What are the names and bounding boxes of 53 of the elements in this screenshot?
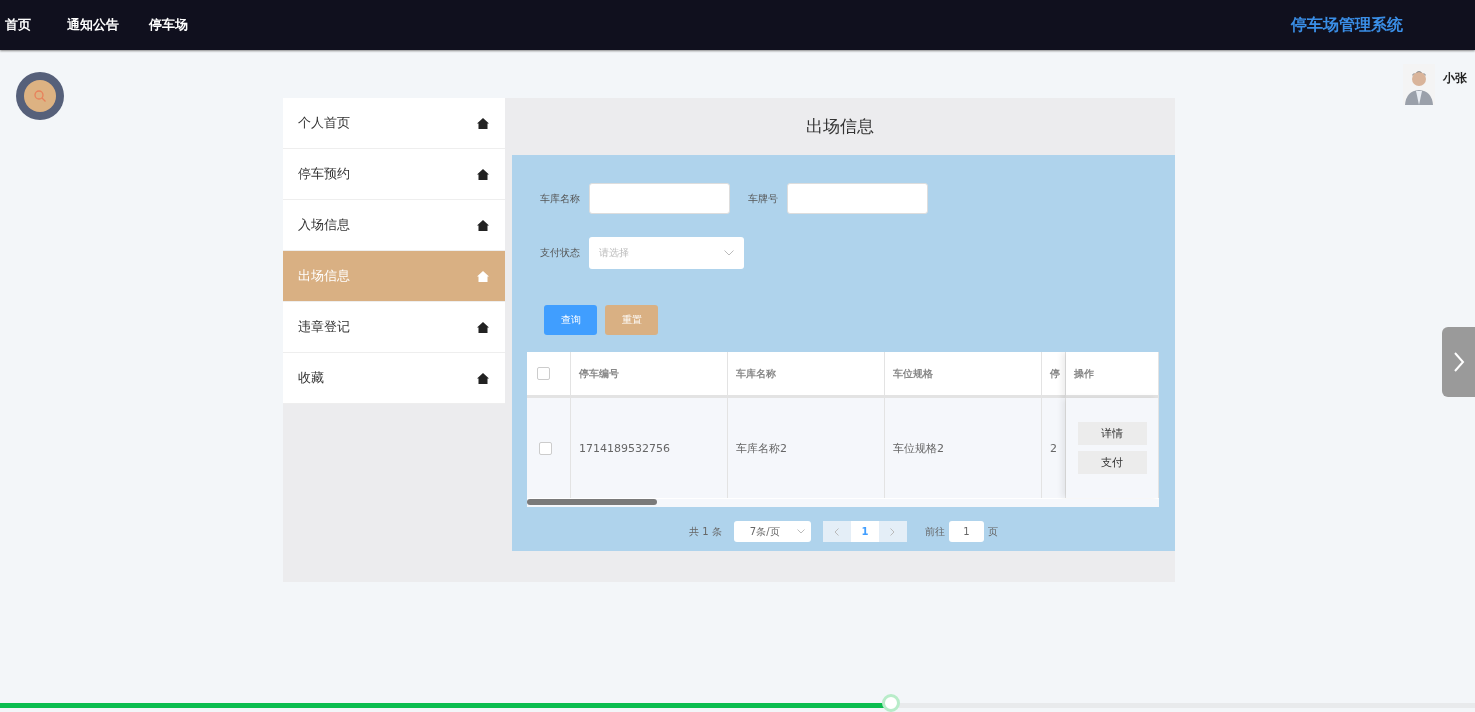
site-title: 停车场管理系统 <box>1291 14 1403 36</box>
nav-link[interactable]: 停车场 <box>143 16 188 34</box>
input-field[interactable] <box>589 183 730 214</box>
sidebar-item[interactable]: 停车预约 <box>283 149 505 200</box>
next-page-button[interactable] <box>878 521 907 542</box>
goto-page-field[interactable]: 1 <box>948 521 984 542</box>
table-cell: 2 <box>1050 441 1057 455</box>
goto-label: 前往 <box>924 524 945 539</box>
nav-link[interactable]: 首页 <box>0 16 31 34</box>
table-cell: 1714189532756 <box>579 441 670 455</box>
input-field[interactable] <box>787 183 928 214</box>
prev-page-button[interactable] <box>822 521 851 542</box>
page-size-select[interactable]: 7条/页 <box>733 521 811 542</box>
column-header: 车库名称 <box>736 366 776 381</box>
field-label: 车库名称 <box>540 191 580 206</box>
house-icon <box>477 219 489 231</box>
chevron-down-icon <box>724 250 734 256</box>
sidebar-item[interactable]: 入场信息 <box>283 200 505 251</box>
house-icon <box>477 168 489 180</box>
search-icon <box>33 89 47 103</box>
user-name: 小张 <box>1443 70 1467 87</box>
sidebar-item[interactable]: 违章登记 <box>283 302 505 353</box>
chevron-right-icon <box>1452 351 1465 373</box>
table-cell: 车位规格2 <box>893 440 944 456</box>
checkbox[interactable] <box>539 441 552 455</box>
field-label: 车牌号 <box>748 191 778 206</box>
next-arrow-button[interactable] <box>1442 327 1475 397</box>
house-icon <box>477 117 489 129</box>
checkbox[interactable] <box>537 367 550 380</box>
chevron-down-icon <box>796 529 805 534</box>
nav-link[interactable]: 通知公告 <box>61 16 119 34</box>
details-button[interactable]: 详情 <box>1077 422 1147 445</box>
page-suffix: 页 <box>987 524 998 539</box>
column-header: 停 <box>1050 366 1060 381</box>
chevron-right-icon <box>890 527 896 536</box>
scrollbar-thumb[interactable] <box>527 499 657 505</box>
table-cell: 车库名称2 <box>736 440 787 456</box>
column-header: 停车编号 <box>579 366 619 381</box>
pay-button[interactable]: 支付 <box>1077 451 1147 474</box>
total-count: 共 1 条 <box>689 524 722 539</box>
page-title: 出场信息 <box>806 115 874 138</box>
sidebar-item[interactable]: 个人首页 <box>283 98 505 149</box>
field-label: 支付状态 <box>540 246 580 260</box>
house-icon <box>477 270 489 282</box>
progress-handle[interactable] <box>881 694 900 712</box>
chevron-left-icon <box>834 527 840 536</box>
column-header: 车位规格 <box>893 366 933 381</box>
video-progress-bar[interactable] <box>0 693 1475 712</box>
search-button[interactable] <box>16 72 64 120</box>
column-header: 操作 <box>1074 366 1094 381</box>
house-icon <box>477 372 489 384</box>
house-icon <box>477 321 489 333</box>
sidebar-item[interactable]: 收藏 <box>283 353 505 404</box>
